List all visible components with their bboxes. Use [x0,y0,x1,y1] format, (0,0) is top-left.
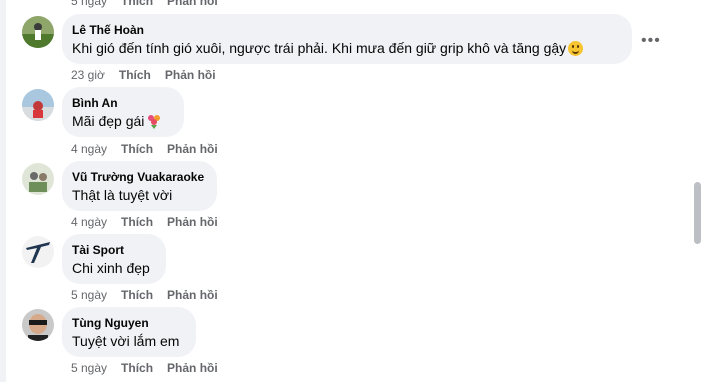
comment-bubble: Vũ Trường Vuakaraoke Thật là tuyệt vời [62,161,217,211]
comment-time[interactable]: 5 ngày [71,288,107,302]
reply-button[interactable]: Phản hồi [167,361,218,375]
avatar[interactable] [22,16,54,48]
comment-actions: 4 ngày Thích Phản hồi [71,142,218,156]
comment-author[interactable]: Lê Thế Hoàn [72,22,622,38]
like-button[interactable]: Thích [121,361,153,375]
previous-comment-actions: 5 ngày Thích Phản hồi [71,0,218,8]
more-options-button[interactable]: ••• [641,33,661,49]
reply-button[interactable]: Phản hồi [167,142,218,156]
flower-bouquet-icon [148,115,161,129]
smiling-face-icon [568,41,584,56]
reply-button[interactable]: Phản hồi [165,68,216,82]
comment-text: Khi gió đến tính gió xuôi, ngược trái ph… [72,38,622,58]
like-button[interactable]: Thích [121,215,153,229]
comment-time[interactable]: 4 ngày [71,142,107,156]
comment-time: 5 ngày [71,0,108,8]
reply-button[interactable]: Phản hồi [167,288,218,302]
comment-bubble: Bình An Mãi đẹp gái [62,87,184,137]
comment-actions: 5 ngày Thích Phản hồi [71,361,218,375]
comment-time[interactable]: 5 ngày [71,361,107,375]
like-button[interactable]: Thích [121,288,153,302]
comment-author[interactable]: Vũ Trường Vuakaraoke [72,169,207,185]
comment-author[interactable]: Bình An [72,95,174,111]
reply-button[interactable]: Phản hồi [167,215,218,229]
comment-text: Chi xinh đẹp [72,260,150,276]
comment-bubble: Tài Sport Chi xinh đẹp [62,234,166,284]
comment-bubble: Lê Thế Hoàn Khi gió đến tính gió xuôi, n… [62,14,632,64]
like-button[interactable]: Thích [119,68,151,82]
comment-actions: 4 ngày Thích Phản hồi [71,215,218,229]
avatar[interactable] [22,89,54,121]
comment-actions: 5 ngày Thích Phản hồi [71,288,218,302]
comment-time[interactable]: 4 ngày [71,215,107,229]
comment-text: Thật là tuyệt vời [72,187,173,203]
left-panel-edge [0,0,6,382]
comment-actions: 23 giờ Thích Phản hồi [71,68,216,82]
avatar[interactable] [22,163,54,195]
comment-bubble: Tùng Nguyen Tuyệt vời lắm em [62,307,196,357]
avatar[interactable] [22,236,54,268]
reply-button[interactable]: Phản hồi [167,0,218,8]
comment-author[interactable]: Tài Sport [72,242,156,258]
comment-author[interactable]: Tùng Nguyen [72,315,186,331]
comment-time[interactable]: 23 giờ [71,68,105,82]
scrollbar-thumb[interactable] [694,182,701,244]
comment-text: Mãi đẹp gái [72,111,174,131]
avatar[interactable] [22,309,54,341]
like-button[interactable]: Thích [121,0,153,8]
comment-text: Tuyệt vời lắm em [72,333,180,349]
like-button[interactable]: Thích [121,142,153,156]
